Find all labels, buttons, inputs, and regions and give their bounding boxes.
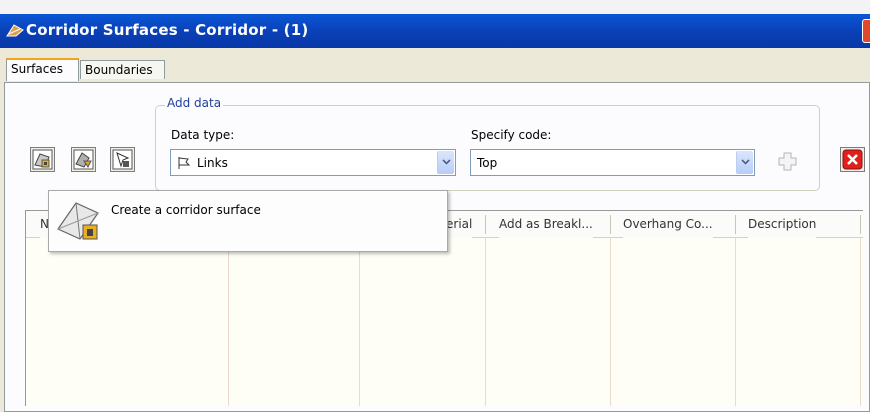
pick-arrow-icon bbox=[112, 149, 133, 170]
data-type-label: Data type: bbox=[171, 128, 235, 142]
title-bar: Corridor Surfaces - Corridor - (1) bbox=[0, 14, 870, 48]
plus-icon bbox=[778, 152, 797, 171]
create-surface-tooltip: Create a corridor surface bbox=[48, 190, 448, 252]
app-icon bbox=[6, 24, 24, 37]
close-button[interactable] bbox=[862, 19, 870, 43]
delete-x-icon bbox=[842, 149, 863, 170]
create-surface-button[interactable] bbox=[30, 147, 55, 172]
rename-surface-button[interactable] bbox=[71, 147, 96, 172]
data-type-dropdown-button[interactable] bbox=[437, 151, 454, 174]
corridor-surface-icon bbox=[57, 202, 99, 240]
column-header-material[interactable]: erial bbox=[446, 211, 473, 238]
pick-surface-button[interactable] bbox=[110, 147, 135, 172]
header-separator bbox=[610, 215, 611, 234]
header-separator bbox=[860, 215, 861, 234]
specify-code-dropdown-button[interactable] bbox=[736, 151, 753, 174]
create-surface-icon bbox=[32, 149, 53, 170]
data-type-value: Links bbox=[197, 156, 228, 170]
surface-edit-icon bbox=[73, 149, 94, 170]
add-data-group bbox=[155, 105, 820, 191]
specify-code-label: Specify code: bbox=[471, 128, 552, 142]
tab-strip: Surfaces Boundaries bbox=[0, 48, 870, 82]
column-divider bbox=[610, 238, 611, 406]
links-flag-icon bbox=[178, 157, 191, 169]
tab-boundaries-label: Boundaries bbox=[85, 63, 153, 77]
column-divider bbox=[228, 238, 229, 406]
tab-boundaries[interactable]: Boundaries bbox=[80, 60, 165, 79]
header-separator bbox=[735, 215, 736, 234]
tooltip-text: Create a corridor surface bbox=[111, 203, 261, 217]
chevron-down-icon bbox=[442, 159, 451, 165]
header-separator bbox=[485, 215, 486, 234]
column-header-description[interactable]: Description bbox=[748, 211, 817, 238]
column-divider bbox=[485, 238, 486, 406]
column-header-overhang[interactable]: Overhang Co... bbox=[623, 211, 713, 238]
delete-button[interactable] bbox=[840, 147, 865, 172]
column-header-breakline[interactable]: Add as Breakl... bbox=[499, 211, 593, 238]
data-type-select[interactable]: Links bbox=[170, 149, 456, 176]
specify-code-value: Top bbox=[477, 156, 498, 170]
add-data-button[interactable] bbox=[775, 149, 800, 174]
tab-surfaces[interactable]: Surfaces bbox=[6, 58, 79, 81]
window-title: Corridor Surfaces - Corridor - (1) bbox=[26, 21, 309, 39]
column-divider bbox=[860, 238, 861, 406]
top-edge-strip bbox=[0, 0, 870, 14]
chevron-down-icon bbox=[741, 159, 750, 165]
column-divider bbox=[735, 238, 736, 406]
add-data-label: Add data bbox=[165, 96, 224, 110]
tab-surfaces-label: Surfaces bbox=[11, 62, 63, 76]
specify-code-select[interactable]: Top bbox=[470, 149, 755, 176]
column-divider bbox=[359, 238, 360, 406]
